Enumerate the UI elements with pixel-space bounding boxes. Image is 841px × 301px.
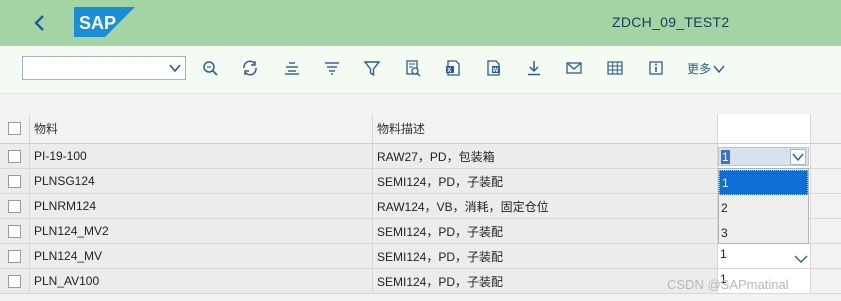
row-filler [810,244,841,268]
search-icon[interactable] [200,58,220,78]
excel-export-icon[interactable]: X [443,58,463,78]
spacer [0,94,841,114]
page-title: ZDCH_09_TEST2 [612,14,730,30]
row-checkbox[interactable] [8,249,21,263]
description-cell: SEMI124，PD，子装配 [372,269,717,293]
filter-icon[interactable] [362,58,382,78]
row-filler [810,269,841,293]
material-cell: PLN_AV100 [29,269,372,293]
row-checkbox-cell [0,194,29,218]
chevron-down-icon [169,64,181,73]
word-export-icon[interactable]: W [483,58,503,78]
dropdown-option-1[interactable]: 1 [719,170,808,195]
material-cell: PLNSG124 [29,169,372,193]
print-preview-icon[interactable] [403,58,423,78]
column-header-description[interactable]: 物料描述 [372,114,717,143]
back-arrow-icon[interactable] [30,10,50,36]
table-row[interactable]: PLNSG124 SEMI124，PD，子装配 [0,169,841,194]
row-filler [810,219,841,243]
sap-logo-text: SAP [79,13,116,33]
svg-text:W: W [493,68,499,74]
more-label: 更多 [687,62,712,76]
dropdown-option-3[interactable]: 3 [719,220,808,245]
svg-text:X: X [447,68,451,74]
table-header: 物料 物料描述 [0,114,841,144]
row-checkbox[interactable] [8,274,21,288]
row-checkbox-cell [0,244,29,268]
info-icon[interactable] [646,58,666,78]
row-checkbox-cell [0,169,29,193]
description-cell: RAW27，PD，包装箱 [372,144,717,168]
description-cell: RAW124，VB，消耗，固定仓位 [372,194,717,218]
align-center-icon[interactable] [282,58,302,78]
sort-icon[interactable] [322,58,342,78]
value-dropdown-list: 1 2 3 [718,168,809,244]
description-cell: SEMI124，PD，子装配 [372,244,717,268]
value-text: 1 [720,247,727,261]
table-row[interactable]: PI-19-100 RAW27，PD，包装箱 [0,144,841,169]
column-header-value[interactable] [717,114,810,143]
table-row[interactable]: PLNRM124 RAW124，VB，消耗，固定仓位 [0,194,841,219]
variant-select[interactable] [22,56,186,80]
layout-grid-icon[interactable] [605,58,625,78]
combobox-value: 1 [721,150,730,164]
row-checkbox[interactable] [8,149,21,163]
select-all-checkbox-cell [0,114,29,143]
row-checkbox-cell [0,269,29,293]
row-filler [810,169,841,193]
select-all-checkbox[interactable] [8,122,21,135]
material-cell: PLN124_MV2 [29,219,372,243]
row-checkbox-cell [0,144,29,168]
row-checkbox[interactable] [8,199,21,213]
mail-icon[interactable] [564,58,584,78]
sap-logo: SAP [74,7,135,37]
table-row[interactable]: PLN124_MV SEMI124，PD，子装配 [0,244,841,269]
row-checkbox[interactable] [8,174,21,188]
more-menu-button[interactable]: 更多 [687,60,725,77]
row-filler [810,194,841,218]
table-row[interactable]: PLN124_MV2 SEMI124，PD，子装配 [0,219,841,244]
chevron-down-icon[interactable] [794,253,808,265]
material-cell: PLN124_MV [29,244,372,268]
chevron-down-icon [713,65,725,73]
download-icon[interactable] [524,58,544,78]
description-cell: SEMI124，PD，子装配 [372,169,717,193]
row-filler [810,144,841,168]
results-table: 物料 物料描述 PI-19-100 RAW27，PD，包装箱 PLNSG124 … [0,114,841,301]
app-window: SAP ZDCH_09_TEST2 X W 更多 物料 物料描述 PI-19-1… [0,0,841,301]
row-checkbox[interactable] [8,224,21,238]
toolbar: X W 更多 [0,46,841,94]
row-checkbox-cell [0,219,29,243]
column-header-material[interactable]: 物料 [29,114,372,143]
material-cell: PI-19-100 [29,144,372,168]
watermark: CSDN @SAPmatinal [667,277,789,292]
description-cell: SEMI124，PD，子装配 [372,219,717,243]
title-bar: SAP ZDCH_09_TEST2 [0,0,841,46]
column-filler [810,114,841,143]
refresh-icon[interactable] [240,58,260,78]
material-cell: PLNRM124 [29,194,372,218]
dropdown-option-2[interactable]: 2 [719,195,808,220]
chevron-down-icon[interactable] [790,149,806,165]
value-combobox[interactable]: 1 [718,147,809,166]
